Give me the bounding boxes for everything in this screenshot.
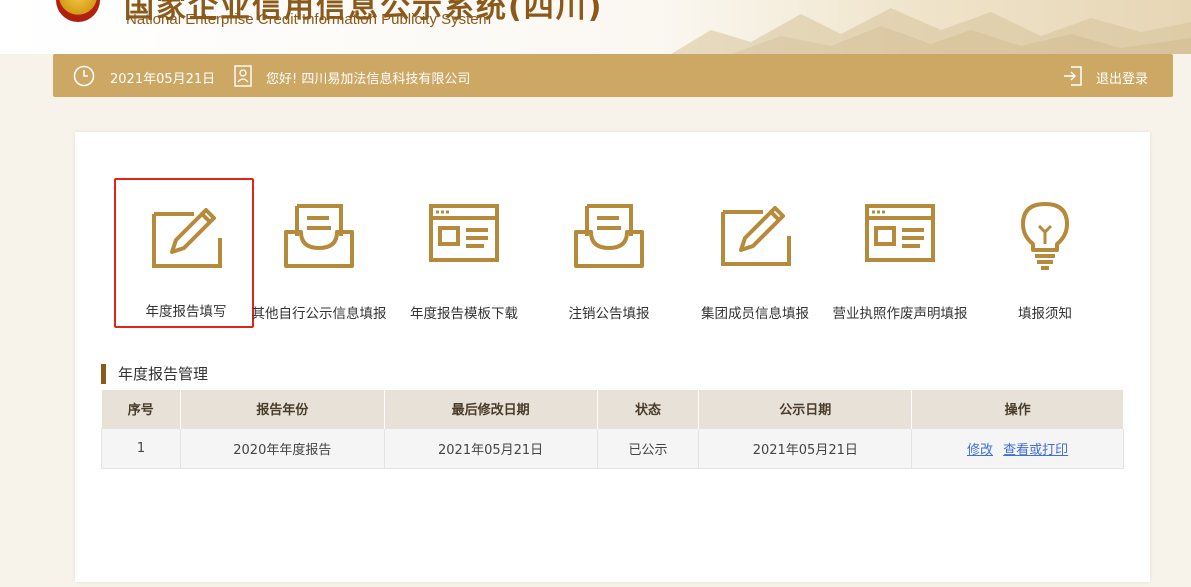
page: 国家企业信用信息公示系统(四川) National Enterprise Cre… bbox=[0, 0, 1191, 587]
group-member-info-fill-button[interactable]: 集团成员信息填报 bbox=[685, 178, 825, 328]
column-header: 序号 bbox=[101, 390, 181, 428]
function-label: 营业执照作废声明填报 bbox=[832, 306, 968, 322]
function-label: 年度报告模板下载 bbox=[410, 306, 518, 322]
cell-modified-date: 2021年05月21日 bbox=[383, 427, 598, 469]
table-header-row: 序号 报告年份 最后修改日期 状态 公示日期 操作 bbox=[101, 390, 1124, 428]
column-header: 状态 bbox=[597, 390, 700, 428]
license-void-statement-fill-button[interactable]: 营业执照作废声明填报 bbox=[830, 178, 970, 328]
function-label: 年度报告填写 bbox=[145, 304, 227, 320]
site-title-english: National Enterprise Credit Information P… bbox=[126, 11, 492, 28]
annual-report-table: 序号 报告年份 最后修改日期 状态 公示日期 操作 1 2020年年度报告 20… bbox=[101, 390, 1124, 469]
cell-status: 已公示 bbox=[596, 427, 700, 469]
cancellation-notice-fill-button[interactable]: 注销公告填报 bbox=[539, 178, 679, 328]
function-label: 其他自行公示信息填报 bbox=[251, 306, 387, 322]
greeting-text: 您好! 四川易加法信息科技有限公司 bbox=[266, 72, 471, 87]
form-icon bbox=[429, 204, 499, 262]
inbox-icon bbox=[574, 204, 644, 268]
inbox-icon bbox=[284, 204, 354, 268]
user-badge-icon bbox=[234, 65, 252, 87]
column-header: 最后修改日期 bbox=[384, 390, 598, 428]
cell-report-year: 2020年年度报告 bbox=[179, 427, 385, 469]
column-header: 操作 bbox=[911, 390, 1124, 428]
mountain-landscape-decoration bbox=[671, 8, 1191, 54]
column-header: 公示日期 bbox=[698, 390, 913, 428]
table-row: 1 2020年年度报告 2021年05月21日 已公示 2021年05月21日 … bbox=[101, 427, 1124, 469]
edit-link[interactable]: 修改 bbox=[967, 443, 993, 458]
lightbulb-icon bbox=[1021, 202, 1069, 270]
logout-icon[interactable] bbox=[1063, 66, 1083, 86]
function-label: 注销公告填报 bbox=[568, 306, 650, 322]
edit-icon bbox=[721, 206, 791, 266]
other-self-disclosure-button[interactable]: 其他自行公示信息填报 bbox=[249, 178, 389, 328]
cell-publish-date: 2021年05月21日 bbox=[698, 427, 913, 469]
section-title: 年度报告管理 bbox=[101, 364, 208, 384]
function-label: 填报须知 bbox=[1018, 306, 1072, 322]
clock-icon bbox=[73, 65, 95, 87]
annual-report-template-download-button[interactable]: 年度报告模板下载 bbox=[394, 178, 534, 328]
current-date: 2021年05月21日 bbox=[110, 72, 216, 87]
user-info-bar: 2021年05月21日 您好! 四川易加法信息科技有限公司 退出登录 bbox=[53, 54, 1173, 97]
cell-index: 1 bbox=[101, 427, 181, 469]
view-or-print-link[interactable]: 查看或打印 bbox=[1003, 443, 1068, 458]
site-header: 国家企业信用信息公示系统(四川) National Enterprise Cre… bbox=[0, 0, 1191, 54]
annual-report-fill-button[interactable]: 年度报告填写 bbox=[114, 178, 254, 328]
function-label: 集团成员信息填报 bbox=[701, 306, 809, 322]
cell-actions: 修改 查看或打印 bbox=[911, 427, 1124, 469]
edit-icon bbox=[152, 208, 222, 268]
national-emblem-icon bbox=[56, 0, 100, 22]
content-card: 年度报告填写 其他自行公示信息填报 年度报告模板下载 注销公告填报 集团成员信息… bbox=[75, 132, 1150, 582]
form-icon bbox=[865, 204, 935, 262]
logout-link[interactable]: 退出登录 bbox=[1096, 68, 1148, 87]
column-header: 报告年份 bbox=[180, 390, 385, 428]
filling-instructions-button[interactable]: 填报须知 bbox=[975, 178, 1115, 328]
